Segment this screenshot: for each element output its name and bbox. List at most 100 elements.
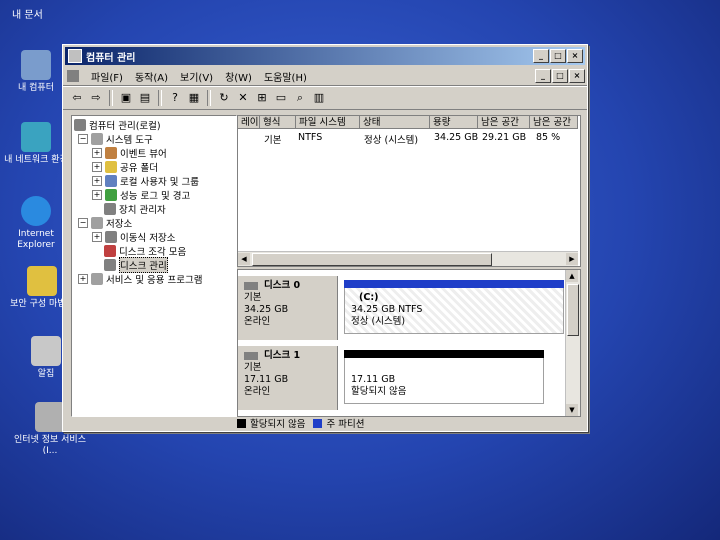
column-header-layout[interactable]: 레이아웃 [238,116,260,129]
tree-item-label: 장치 관리자 [119,205,166,216]
back-icon[interactable]: ⇦ [69,90,85,106]
tree-item-label: 로컬 사용자 및 그룹 [120,177,199,188]
properties-icon[interactable]: ▦ [186,90,202,106]
child-minimize-button[interactable]: _ [535,69,551,83]
column-header-filesystem[interactable]: 파일 시스템 [296,116,360,129]
menu-window[interactable]: 창(W) [219,69,258,84]
menu-help[interactable]: 도움말(H) [258,69,313,84]
help-icon[interactable]: ? [167,90,183,106]
expand-toggle[interactable]: + [92,176,102,186]
internet-explorer-icon [21,196,51,226]
title-bar[interactable]: 컴퓨터 관리 _ □ × [65,47,585,65]
tree-item-disk-management[interactable]: 디스크 관리 [104,257,168,273]
my-computer-icon [21,50,51,80]
export-icon[interactable]: ▥ [311,90,327,106]
tree-item-defragmenter[interactable]: 디스크 조각 모음 [104,244,186,258]
show-tree-icon[interactable]: ▤ [137,90,153,106]
window-title: 컴퓨터 관리 [86,52,136,64]
services-icon [91,273,103,285]
column-header-free-space[interactable]: 남은 공간 [478,116,530,129]
collapse-toggle[interactable]: − [78,134,88,144]
connect-icon[interactable]: ⊞ [254,90,270,106]
folder-icon [105,161,117,173]
tree-item-event-viewer[interactable]: + 이벤트 뷰어 [92,146,167,160]
removable-storage-icon [105,231,117,243]
child-restore-button[interactable]: □ [552,69,568,83]
menu-bar: 파일(F) 동작(A) 보기(V) 창(W) 도움말(H) _ □ × [63,67,587,86]
column-header-status[interactable]: 상태 [360,116,430,129]
partition-c[interactable]: (C:) 34.25 GB NTFS 정상 (시스템) [344,280,564,336]
unallocated-size: 17.11 GB [351,374,396,385]
menu-file[interactable]: 파일(F) [85,69,129,84]
scroll-right-icon[interactable]: ▶ [566,253,578,265]
expand-toggle[interactable]: + [92,190,102,200]
column-header-type[interactable]: 형식 [260,116,296,129]
disk-name: 디스크 0 [264,280,301,291]
disk-name: 디스크 1 [264,350,301,361]
tree-item-removable-storage[interactable]: + 이동식 저장소 [92,230,175,244]
cell-free-percent[interactable]: 85 % [536,132,560,143]
disk-graphical-view: 디스크 0 기본 34.25 GB 온라인 (C:) 34.25 GB NTFS… [237,269,581,417]
scroll-up-icon[interactable]: ▲ [566,270,578,282]
scroll-thumb[interactable] [252,253,492,266]
scroll-down-icon[interactable]: ▼ [566,404,578,416]
tree-item-computer-management[interactable]: 컴퓨터 관리(로컬) [74,118,161,132]
close-button[interactable]: × [567,49,583,63]
cell-type[interactable]: 기본 [264,132,281,146]
cell-filesystem[interactable]: NTFS [298,132,322,143]
expand-toggle[interactable]: + [92,232,102,242]
disk-size: 17.11 GB [244,374,289,385]
cell-capacity[interactable]: 34.25 GB [434,132,478,143]
disk-state: 온라인 [244,316,271,327]
maximize-button[interactable]: □ [550,49,566,63]
primary-partition-swatch-icon [313,418,323,428]
up-icon[interactable]: ▣ [118,90,134,106]
column-header-free-percent[interactable]: 남은 공간 [530,116,578,129]
vertical-scrollbar[interactable]: ▲ ▼ [565,270,580,416]
tree-item-label: 디스크 관리 [119,257,168,273]
toolbar-separator [109,90,113,106]
menu-action[interactable]: 동작(A) [129,69,174,84]
scroll-left-icon[interactable]: ◀ [238,253,250,265]
menu-view[interactable]: 보기(V) [174,69,219,84]
child-close-button[interactable]: × [569,69,585,83]
device-manager-icon [104,203,116,215]
tree-item-storage[interactable]: − 저장소 [78,216,132,230]
tree-item-label: 디스크 조각 모음 [119,247,187,258]
disk-1-label[interactable]: 디스크 1 기본 17.11 GB 온라인 [238,346,338,410]
minimize-button[interactable]: _ [533,49,549,63]
console-tree: 컴퓨터 관리(로컬) − 시스템 도구 + 이벤트 뷰어 + 공유 폴더 + 로… [71,115,237,417]
column-header-capacity[interactable]: 용량 [430,116,478,129]
expand-toggle[interactable]: + [92,162,102,172]
open-icon[interactable]: ▭ [273,90,289,106]
tree-item-services-apps[interactable]: + 서비스 및 응용 프로그램 [78,272,202,286]
legend: 할당되지 않음 주 파티션 [237,416,579,430]
tree-item-performance-logs[interactable]: + 성능 로그 및 경고 [92,188,190,202]
forward-icon[interactable]: ⇨ [88,90,104,106]
expand-toggle[interactable]: + [92,148,102,158]
expand-toggle[interactable]: + [78,274,88,284]
tools-icon [91,133,103,145]
tree-item-device-manager[interactable]: 장치 관리자 [104,202,166,216]
cell-status[interactable]: 정상 (시스템) [364,132,418,146]
tree-item-label: 성능 로그 및 경고 [120,191,191,202]
primary-partition-bar [344,280,564,288]
tree-item-shared-folders[interactable]: + 공유 폴더 [92,160,158,174]
tree-item-system-tools[interactable]: − 시스템 도구 [78,132,153,146]
mdi-child-icon[interactable] [67,70,79,82]
desktop-my-documents-label[interactable]: 내 문서 [0,0,55,27]
horizontal-scrollbar[interactable]: ◀ ▶ [238,251,578,266]
delete-icon[interactable]: ✕ [235,90,251,106]
disk-icon [244,282,258,290]
computer-management-window: 컴퓨터 관리 _ □ × 파일(F) 동작(A) 보기(V) 창(W) 도움말(… [62,44,588,432]
partition-unallocated[interactable]: 17.11 GB 할당되지 않음 [344,350,544,406]
legend-unallocated: 할당되지 않음 [250,419,306,430]
collapse-toggle[interactable]: − [78,218,88,228]
tree-item-label: 시스템 도구 [106,135,153,146]
scroll-thumb[interactable] [567,284,579,336]
tree-item-local-users[interactable]: + 로컬 사용자 및 그룹 [92,174,199,188]
cell-free-space[interactable]: 29.21 GB [482,132,526,143]
refresh-icon[interactable]: ↻ [216,90,232,106]
search-icon[interactable]: ⌕ [292,90,308,106]
disk-0-label[interactable]: 디스크 0 기본 34.25 GB 온라인 [238,276,338,340]
